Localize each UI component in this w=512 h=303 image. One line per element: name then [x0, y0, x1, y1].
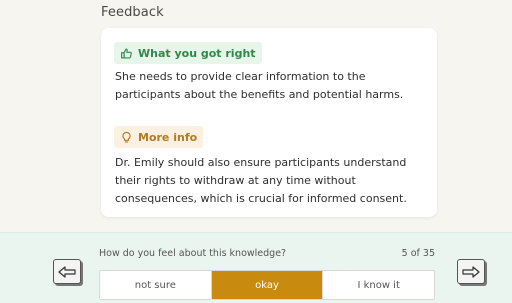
- next-button[interactable]: [457, 259, 485, 284]
- confidence-options: not sure okay I know it: [99, 270, 435, 300]
- option-okay[interactable]: okay: [211, 271, 324, 299]
- rating-bar: How do you feel about this knowledge? 5 …: [0, 232, 512, 303]
- more-info-text: Dr. Emily should also ensure participant…: [115, 156, 407, 205]
- option-i-know-it[interactable]: I know it: [323, 271, 434, 299]
- page: Feedback What you got right She needs to…: [0, 0, 512, 303]
- lightbulb-icon: [120, 131, 133, 144]
- what-you-got-right-text: She needs to provide clear information t…: [115, 70, 404, 101]
- arrow-right-icon: [462, 265, 480, 278]
- rating-question: How do you feel about this knowledge?: [99, 248, 287, 259]
- feedback-card: What you got right She needs to provide …: [101, 28, 437, 217]
- more-info-chip: More info: [114, 126, 204, 148]
- thumbs-up-icon: [120, 47, 133, 60]
- previous-button[interactable]: [53, 259, 81, 284]
- more-info-label: More info: [138, 130, 198, 144]
- arrow-left-icon: [58, 265, 76, 278]
- what-you-got-right-chip: What you got right: [114, 42, 262, 64]
- what-you-got-right-label: What you got right: [138, 46, 256, 60]
- progress-counter: 5 of 35: [401, 248, 435, 259]
- option-not-sure[interactable]: not sure: [100, 271, 212, 299]
- feedback-heading: Feedback: [101, 5, 164, 20]
